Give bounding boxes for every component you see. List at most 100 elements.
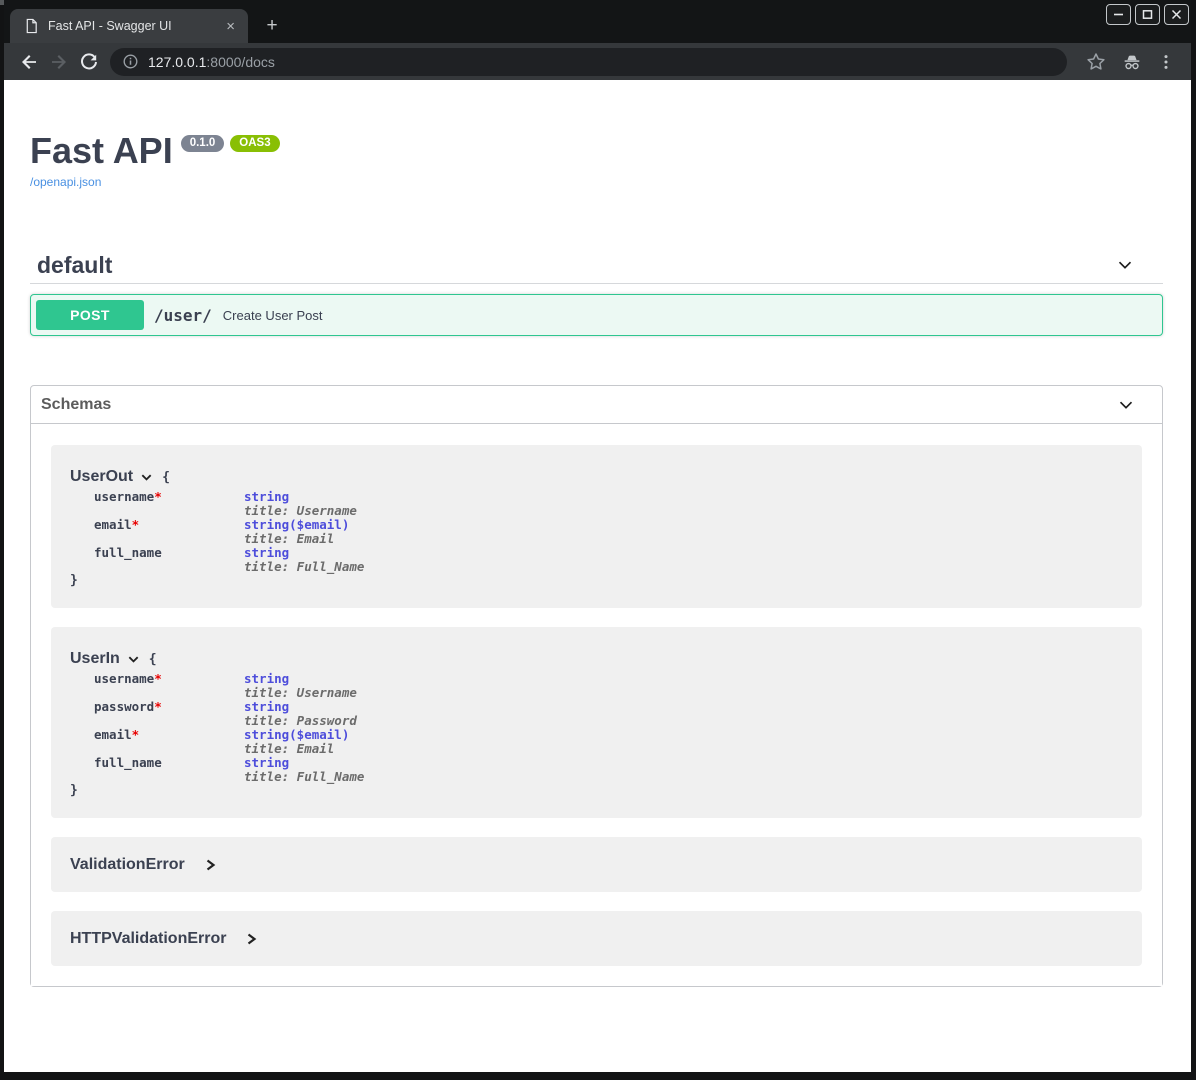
property-row: password*stringtitle: Password xyxy=(94,700,1122,728)
chevron-down-icon xyxy=(127,653,140,666)
property-definition: stringtitle: Password xyxy=(244,700,357,728)
openapi-link[interactable]: /openapi.json xyxy=(30,175,101,189)
property-name: username* xyxy=(94,490,244,518)
star-icon xyxy=(1086,52,1106,72)
schemas-header[interactable]: Schemas xyxy=(31,386,1162,424)
bookmark-button[interactable] xyxy=(1081,47,1111,77)
property-type: string xyxy=(244,546,364,560)
required-star: * xyxy=(154,489,162,504)
open-brace: { xyxy=(162,470,170,485)
model-toggle-validationerror[interactable]: ValidationError xyxy=(70,854,216,875)
chevron-right-icon xyxy=(246,932,257,946)
page-icon xyxy=(24,18,39,34)
operation-path: /user/ xyxy=(154,306,212,325)
forward-button[interactable] xyxy=(44,47,74,77)
model-title: UserIn xyxy=(70,649,120,669)
browser-tab[interactable]: Fast API - Swagger UI × xyxy=(10,9,248,43)
browser-toolbar: 127.0.0.1:8000/docs xyxy=(4,43,1191,80)
property-title: title: Password xyxy=(244,714,357,728)
model-toggle-httpvalidationerror[interactable]: HTTPValidationError xyxy=(70,928,257,949)
required-star: * xyxy=(154,699,162,714)
property-type: string xyxy=(244,756,364,770)
tab-title: Fast API - Swagger UI xyxy=(48,19,222,33)
property-name: email* xyxy=(94,728,244,756)
incognito-icon xyxy=(1121,51,1143,73)
close-icon xyxy=(1171,9,1182,20)
property-definition: string($email)title: Email xyxy=(244,518,349,546)
info-icon[interactable] xyxy=(122,53,139,70)
property-definition: stringtitle: Username xyxy=(244,490,357,518)
property-row: email*string($email)title: Email xyxy=(94,518,1122,546)
api-title-row: Fast API 0.1.0 OAS3 xyxy=(30,132,1163,170)
property-name: full_name xyxy=(94,756,244,784)
model-validationerror: ValidationError xyxy=(51,837,1142,892)
property-title: title: Full_Name xyxy=(244,770,364,784)
required-star: * xyxy=(132,727,140,742)
chevron-down-icon[interactable] xyxy=(1115,255,1135,275)
model-properties: username* string title: Usernamepassword*s… xyxy=(94,672,1122,784)
maximize-button[interactable] xyxy=(1135,4,1160,25)
chevron-down-icon xyxy=(140,471,153,484)
model-title: ValidationError xyxy=(70,855,185,875)
model-userin: UserIn{ username* string title: Usernamepas… xyxy=(51,627,1142,818)
tag-header-default[interactable]: default xyxy=(30,247,1163,284)
oas-badge: OAS3 xyxy=(230,135,279,152)
reload-icon xyxy=(79,52,99,72)
property-definition: stringtitle: Full_Name xyxy=(244,546,364,574)
url-host: 127.0.0.1 xyxy=(148,54,206,70)
opblock-post-user[interactable]: POST /user/ Create User Post xyxy=(30,294,1163,336)
property-row: full_namestringtitle: Full_Name xyxy=(94,756,1122,784)
window-frame: Fast API - Swagger UI × + 127.0.0.1:8000… xyxy=(0,0,1196,1080)
back-icon xyxy=(19,52,39,72)
menu-button[interactable] xyxy=(1151,47,1181,77)
property-type: string($email) xyxy=(244,728,349,742)
property-definition: stringtitle: Full_Name xyxy=(244,756,364,784)
minimize-icon xyxy=(1113,9,1124,20)
property-name: email* xyxy=(94,518,244,546)
menu-dots-icon xyxy=(1157,53,1175,71)
required-star: * xyxy=(154,671,162,686)
new-tab-button[interactable]: + xyxy=(260,14,284,38)
property-title: title: Email xyxy=(244,742,349,756)
url-text: 127.0.0.1:8000/docs xyxy=(148,54,275,70)
api-badges: 0.1.0 OAS3 xyxy=(181,135,280,152)
model-title-row: UserIn{ xyxy=(70,649,1122,669)
property-title: title: Email xyxy=(244,532,349,546)
opblock-summary: POST /user/ Create User Post xyxy=(31,295,1162,335)
property-type: string xyxy=(244,490,357,504)
property-title: title: Full_Name xyxy=(244,560,364,574)
minimize-button[interactable] xyxy=(1106,4,1131,25)
property-name: username* xyxy=(94,672,244,700)
property-type: string($email) xyxy=(244,518,349,532)
tab-strip: Fast API - Swagger UI × + xyxy=(4,0,1191,43)
model-title: UserOut xyxy=(70,467,133,487)
model-toggle-userout[interactable]: UserOut xyxy=(70,467,153,487)
property-name: password* xyxy=(94,700,244,728)
model-userout: UserOut { username*stringtitle: Usernameem… xyxy=(51,445,1142,608)
chevron-down-icon[interactable] xyxy=(1116,395,1136,415)
model-title-row: UserOut { xyxy=(70,467,1122,487)
api-info: Fast API 0.1.0 OAS3 /openapi.json xyxy=(30,132,1163,191)
maximize-icon xyxy=(1142,9,1153,20)
incognito-indicator[interactable] xyxy=(1117,47,1147,77)
page-content: Fast API 0.1.0 OAS3 /openapi.json defaul… xyxy=(4,80,1191,1072)
model-properties: username*stringtitle: Usernameemail*stri… xyxy=(94,490,1122,574)
swagger-ui: Fast API 0.1.0 OAS3 /openapi.json defaul… xyxy=(4,132,1191,987)
address-bar[interactable]: 127.0.0.1:8000/docs xyxy=(110,48,1067,76)
model-toggle-userin[interactable]: UserIn xyxy=(70,649,140,669)
tab-close-icon[interactable]: × xyxy=(222,18,239,35)
tag-name: default xyxy=(37,252,112,279)
schemas-section: Schemas UserOut{username*stringtitle: Us… xyxy=(30,385,1163,987)
back-button[interactable] xyxy=(14,47,44,77)
model-httpvalidationerror: HTTPValidationError xyxy=(51,911,1142,966)
property-definition: string($email)title: Email xyxy=(244,728,349,756)
operation-summary: Create User Post xyxy=(223,308,323,323)
property-name: full_name xyxy=(94,546,244,574)
window-controls xyxy=(1106,4,1189,25)
forward-icon xyxy=(49,52,69,72)
reload-button[interactable] xyxy=(74,47,104,77)
property-title: title: Username xyxy=(244,686,357,700)
page-title: Fast API xyxy=(30,132,173,170)
close-window-button[interactable] xyxy=(1164,4,1189,25)
tag-section-default: default POST /user/ Create User Post xyxy=(30,247,1163,336)
